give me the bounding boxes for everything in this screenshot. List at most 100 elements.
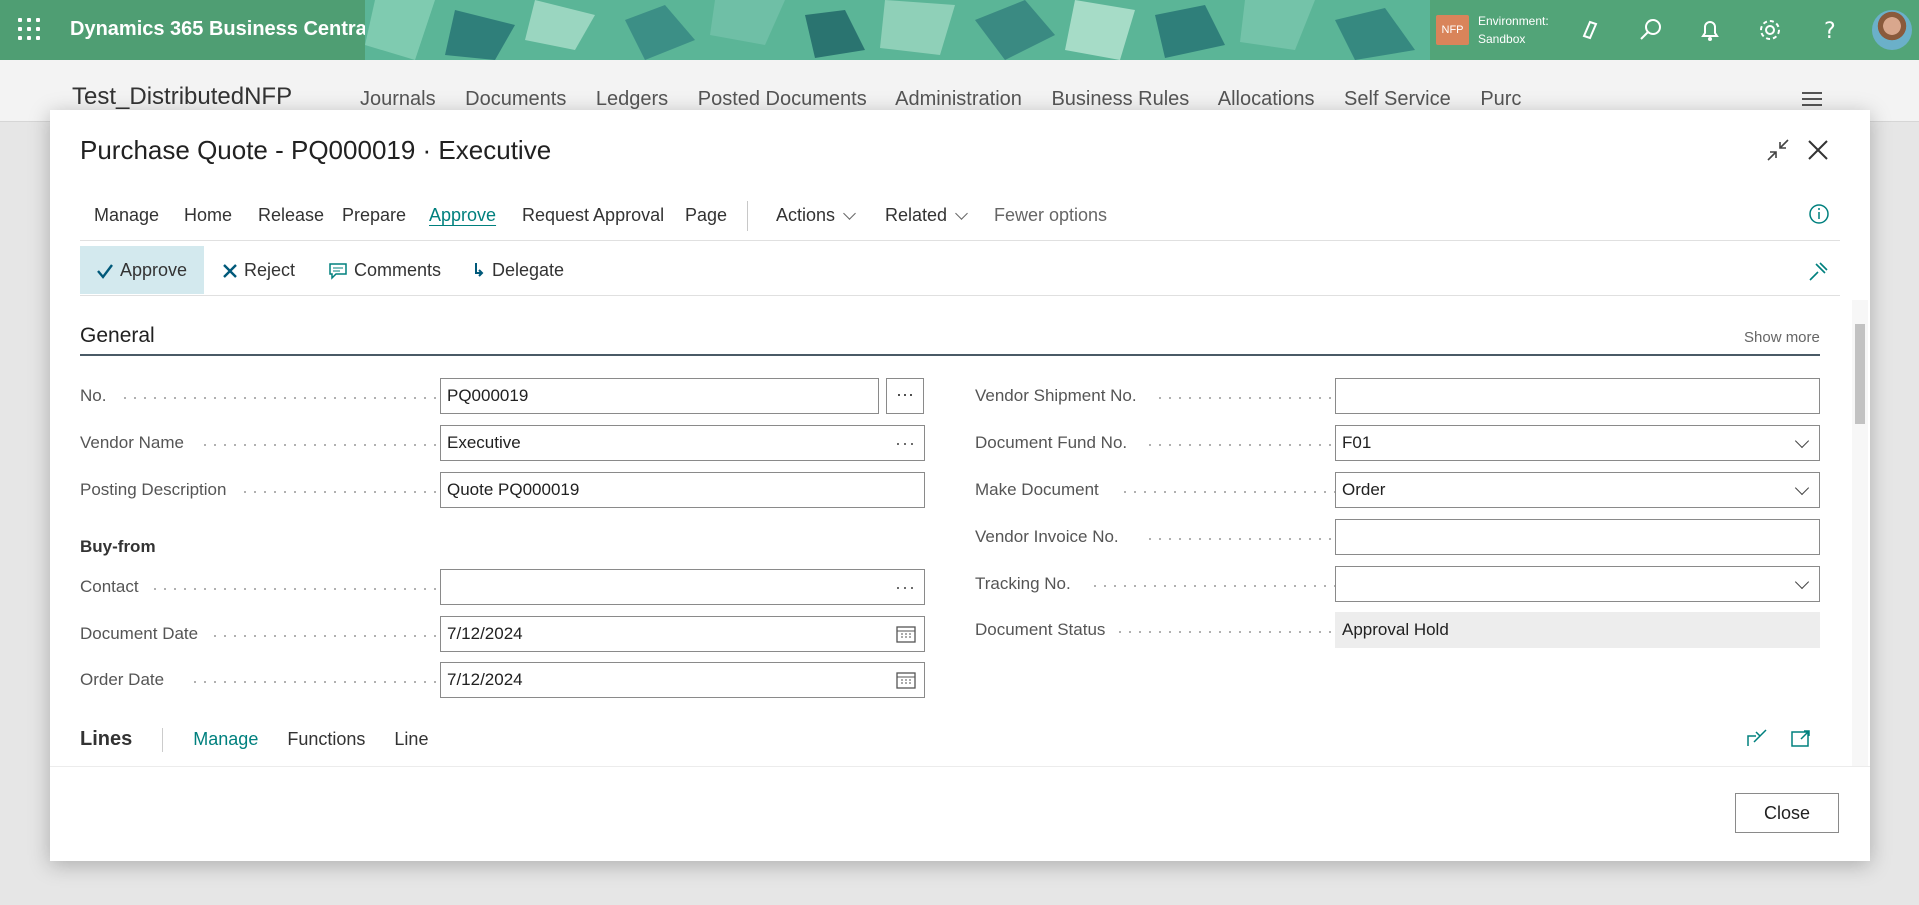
leader-dots [1115, 631, 1335, 633]
scrollbar-thumb[interactable] [1855, 324, 1865, 424]
section-title-general[interactable]: General [80, 324, 155, 348]
calendar-icon[interactable] [896, 671, 916, 689]
tab-manage[interactable]: Manage [94, 205, 159, 226]
document-fund-no-dropdown[interactable]: F01 [1335, 425, 1820, 461]
leader-dots [120, 397, 440, 399]
approve-button[interactable]: Approve [80, 246, 204, 294]
dialog-content: General Show more No. PQ000019 ··· Vendo… [50, 300, 1850, 766]
field-label-contact: Contact [80, 577, 139, 596]
field-label-document-fund-no: Document Fund No. [975, 433, 1128, 452]
help-icon[interactable]: ? [1814, 14, 1846, 46]
vendor-invoice-no-field[interactable] [1335, 519, 1820, 555]
document-date-field[interactable]: 7/12/2024 [440, 616, 925, 652]
close-icon[interactable] [1804, 136, 1832, 164]
app-title[interactable]: Dynamics 365 Business Central [70, 18, 372, 41]
chevron-down-icon [1794, 574, 1810, 590]
chevron-down-icon [1794, 480, 1810, 496]
leader-dots [1155, 397, 1335, 399]
top-bar: Dynamics 365 Business Central NFP Enviro… [0, 0, 1919, 60]
contact-field[interactable]: ··· [440, 569, 925, 605]
assist-edit-button[interactable]: ··· [886, 378, 924, 414]
nav-item-ledgers[interactable]: Ledgers [596, 88, 668, 110]
posting-description-field[interactable]: Quote PQ000019 [440, 472, 925, 508]
lookup-ellipsis-icon[interactable]: ··· [895, 426, 916, 460]
lines-tab-line[interactable]: Line [394, 729, 428, 749]
search-icon[interactable] [1634, 14, 1666, 46]
settings-gear-icon[interactable] [1754, 14, 1786, 46]
app-launcher-icon[interactable] [16, 16, 44, 44]
leader-dots [240, 491, 440, 493]
tab-prepare[interactable]: Prepare [342, 205, 406, 226]
nav-item-business-rules[interactable]: Business Rules [1051, 88, 1189, 110]
field-label-vendor-shipment-no: Vendor Shipment No. [975, 386, 1137, 405]
calendar-icon[interactable] [896, 625, 916, 643]
fewer-options-button[interactable]: Fewer options [994, 205, 1107, 226]
show-more-link[interactable]: Show more [1744, 329, 1820, 346]
nav-item-self-service[interactable]: Self Service [1344, 88, 1451, 110]
delegate-arrow-icon [475, 263, 484, 277]
order-date-value: 7/12/2024 [447, 670, 523, 689]
tab-approve[interactable]: Approve [429, 205, 496, 226]
field-label-document-date: Document Date [80, 624, 199, 643]
vertical-scrollbar[interactable] [1852, 300, 1868, 766]
document-fund-no-value: F01 [1342, 433, 1372, 452]
environment-badge[interactable]: NFP [1436, 15, 1469, 45]
approve-button-label: Approve [120, 260, 188, 280]
lines-title[interactable]: Lines [80, 728, 132, 750]
delegate-button[interactable]: Delegate [472, 246, 572, 294]
environment-info[interactable]: Environment: Sandbox [1478, 12, 1549, 48]
related-menu[interactable]: Related [885, 205, 968, 226]
reject-button[interactable]: Reject [222, 246, 302, 294]
pin-icon[interactable] [1808, 260, 1830, 287]
dialog-title: Purchase Quote - PQ000019 · Executive [80, 135, 552, 165]
nav-item-allocations[interactable]: Allocations [1218, 88, 1315, 110]
document-status-value: Approval Hold [1335, 612, 1820, 648]
tracking-no-dropdown[interactable] [1335, 566, 1820, 602]
lines-part-header: Lines Manage Functions Line [80, 728, 428, 753]
banner-pattern [365, 0, 1430, 60]
actions-menu[interactable]: Actions [776, 205, 856, 226]
hamburger-menu-icon[interactable] [1802, 92, 1822, 110]
expand-icon[interactable] [1790, 728, 1812, 753]
field-label-posting-description: Posting Description [80, 480, 227, 499]
lookup-ellipsis-icon[interactable]: ··· [895, 570, 916, 604]
vendor-name-field[interactable]: Executive ··· [440, 425, 925, 461]
notifications-bell-icon[interactable] [1694, 14, 1726, 46]
collapse-icon[interactable] [1764, 136, 1792, 164]
lines-tab-manage[interactable]: Manage [193, 729, 258, 749]
nav-item-administration[interactable]: Administration [895, 88, 1022, 110]
leader-dots [1090, 585, 1335, 587]
make-document-dropdown[interactable]: Order [1335, 472, 1820, 508]
actions-menu-label: Actions [776, 205, 836, 225]
comments-button[interactable]: Comments [328, 246, 444, 294]
leader-dots [150, 588, 440, 590]
menu-separator [747, 201, 748, 231]
chevron-down-icon [1794, 433, 1810, 449]
tab-home[interactable]: Home [184, 205, 232, 226]
tab-request-approval[interactable]: Request Approval [522, 205, 664, 226]
leader-dots [1145, 444, 1335, 446]
nav-item-documents[interactable]: Documents [465, 88, 566, 110]
copilot-icon[interactable] [1574, 14, 1606, 46]
leader-dots [210, 635, 440, 637]
user-avatar[interactable] [1872, 10, 1912, 50]
field-label-document-status: Document Status [975, 620, 1106, 639]
delegate-button-label: Delegate [492, 260, 565, 280]
close-button[interactable]: Close [1735, 793, 1839, 833]
nav-item-journals[interactable]: Journals [360, 88, 436, 110]
leader-dots [200, 444, 440, 446]
order-date-field[interactable]: 7/12/2024 [440, 662, 925, 698]
nav-item-purchasing[interactable]: Purc [1480, 88, 1521, 110]
info-icon[interactable] [1808, 203, 1830, 230]
environment-label: Environment: [1478, 14, 1549, 28]
field-label-order-date: Order Date [80, 670, 165, 689]
share-icon[interactable] [1746, 728, 1768, 753]
tab-release[interactable]: Release [258, 205, 324, 226]
nav-item-posted-documents[interactable]: Posted Documents [698, 88, 867, 110]
company-name[interactable]: Test_DistributedNFP [72, 83, 292, 111]
no-field[interactable]: PQ000019 [440, 378, 879, 414]
tab-page[interactable]: Page [685, 205, 727, 226]
vendor-shipment-no-field[interactable] [1335, 378, 1820, 414]
lines-tab-functions[interactable]: Functions [287, 729, 365, 749]
lines-separator [162, 728, 164, 753]
